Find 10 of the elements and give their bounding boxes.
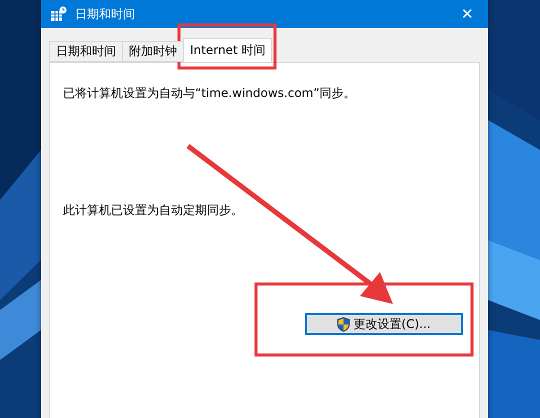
schedule-message: 此计算机已设置为自动定期同步。 <box>63 202 244 219</box>
window-title: 日期和时间 <box>75 6 136 22</box>
calendar-clock-icon <box>51 6 67 22</box>
tab[interactable]: 日期和时间 <box>49 41 123 62</box>
sync-message: 已将计算机设置为自动与“time.windows.com”同步。 <box>63 85 357 102</box>
tab[interactable]: 附加时钟 <box>122 41 184 62</box>
change-settings-button[interactable]: 更改设置(C)... <box>305 313 463 335</box>
tab[interactable]: Internet 时间 <box>183 38 272 62</box>
close-button[interactable]: ✕ <box>457 5 478 23</box>
shield-icon <box>337 316 350 332</box>
